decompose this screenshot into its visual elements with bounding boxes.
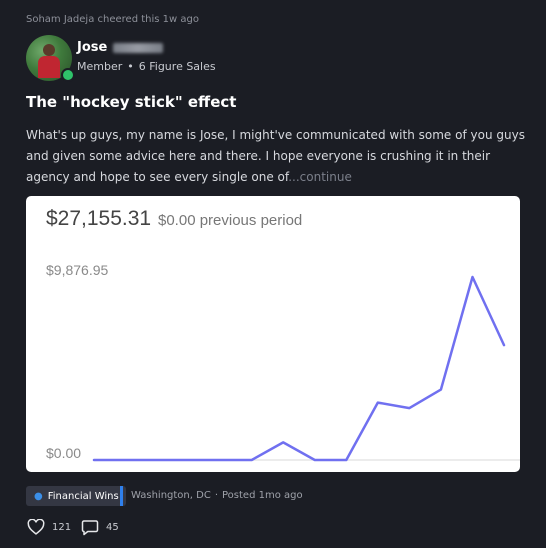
money-bag-icon: ● [34, 490, 43, 502]
author-name[interactable]: Jose [77, 40, 164, 55]
post-body: What's up guys, my name is Jose, I might… [26, 125, 526, 188]
like-count: 121 [52, 521, 72, 533]
cheer-line: Soham Jadeja cheered this 1w ago [26, 14, 199, 25]
category-tag[interactable]: ● Financial Wins [26, 486, 126, 506]
continue-link[interactable]: ...continue [288, 170, 352, 184]
comment-count: 45 [106, 521, 119, 533]
avatar-head [43, 44, 55, 56]
separator-dot: • [127, 60, 134, 73]
post-time: Posted 1mo ago [222, 490, 303, 501]
like-button[interactable]: 121 [26, 517, 71, 537]
post-title[interactable]: The "hockey stick" effect [26, 93, 236, 111]
post-meta: Washington, DC · Posted 1mo ago [131, 490, 303, 501]
category-tag-label: Financial Wins [47, 490, 119, 502]
meta-separator: · [214, 490, 218, 501]
avatar-person [38, 44, 60, 78]
author-last-name-redacted [113, 42, 164, 53]
post-body-text: What's up guys, my name is Jose, I might… [26, 128, 525, 184]
line-chart [92, 275, 520, 462]
author-meta: Member • 6 Figure Sales [77, 60, 216, 73]
post-location: Washington, DC [131, 490, 211, 501]
chart-image[interactable]: $27,155.31 $0.00 previous period $9,876.… [26, 196, 520, 472]
comment-bubble-icon[interactable] [80, 517, 100, 537]
comment-button[interactable]: 45 [80, 517, 119, 537]
author-first-name: Jose [77, 40, 108, 55]
author-role: Member [77, 60, 123, 73]
category-tag-bar [120, 486, 123, 506]
chart-series-line [92, 275, 506, 462]
author-badge: 6 Figure Sales [138, 60, 216, 73]
online-status-dot [61, 68, 75, 82]
heart-icon[interactable] [26, 517, 46, 537]
avatar-torso [38, 56, 60, 78]
